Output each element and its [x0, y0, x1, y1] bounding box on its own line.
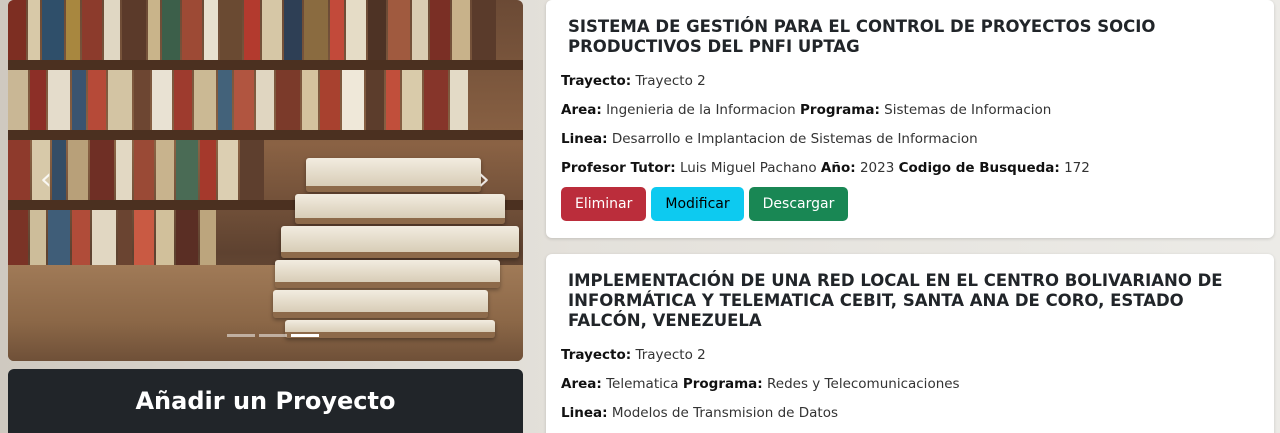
edit-button[interactable]: Modificar — [651, 187, 744, 221]
carousel-indicator-1[interactable] — [227, 334, 255, 337]
carousel-indicator-2[interactable] — [259, 334, 287, 337]
shelf-board — [8, 60, 523, 70]
add-project-button[interactable]: Añadir un Proyecto — [8, 369, 523, 433]
project-title: IMPLEMENTACIÓN DE UNA RED LOCAL EN EL CE… — [568, 271, 1223, 330]
image-carousel[interactable]: ‹ › — [8, 0, 523, 361]
project-area: Area: Ingenieria de la Informacion Progr… — [561, 102, 1052, 118]
carousel-indicators — [227, 334, 319, 337]
download-button[interactable]: Descargar — [748, 187, 849, 221]
carousel-prev-icon[interactable]: ‹ — [40, 165, 52, 195]
project-linea: Linea: Modelos de Transmision de Datos — [561, 405, 838, 421]
carousel-next-icon[interactable]: › — [478, 165, 490, 195]
project-trayecto: Trayecto: Trayecto 2 — [561, 73, 706, 89]
project-title: SISTEMA DE GESTIÓN PARA EL CONTROL DE PR… — [568, 17, 1156, 56]
project-trayecto: Trayecto: Trayecto 2 — [561, 347, 706, 363]
carousel-indicator-3[interactable] — [291, 334, 319, 337]
project-card: SISTEMA DE GESTIÓN PARA EL CONTROL DE PR… — [546, 0, 1274, 238]
project-linea: Linea: Desarrollo e Implantacion de Sist… — [561, 131, 978, 147]
project-card: IMPLEMENTACIÓN DE UNA RED LOCAL EN EL CE… — [546, 254, 1274, 433]
project-tutor: Profesor Tutor: Luis Miguel Pachano Año:… — [561, 160, 1090, 176]
bookshelf-row — [8, 0, 523, 60]
bookshelf-row — [8, 70, 523, 130]
project-area: Area: Telematica Programa: Redes y Telec… — [561, 376, 960, 392]
delete-button[interactable]: Eliminar — [561, 187, 647, 221]
shelf-board — [8, 130, 523, 140]
project-actions: Eliminar Modificar Descargar — [561, 187, 1260, 221]
